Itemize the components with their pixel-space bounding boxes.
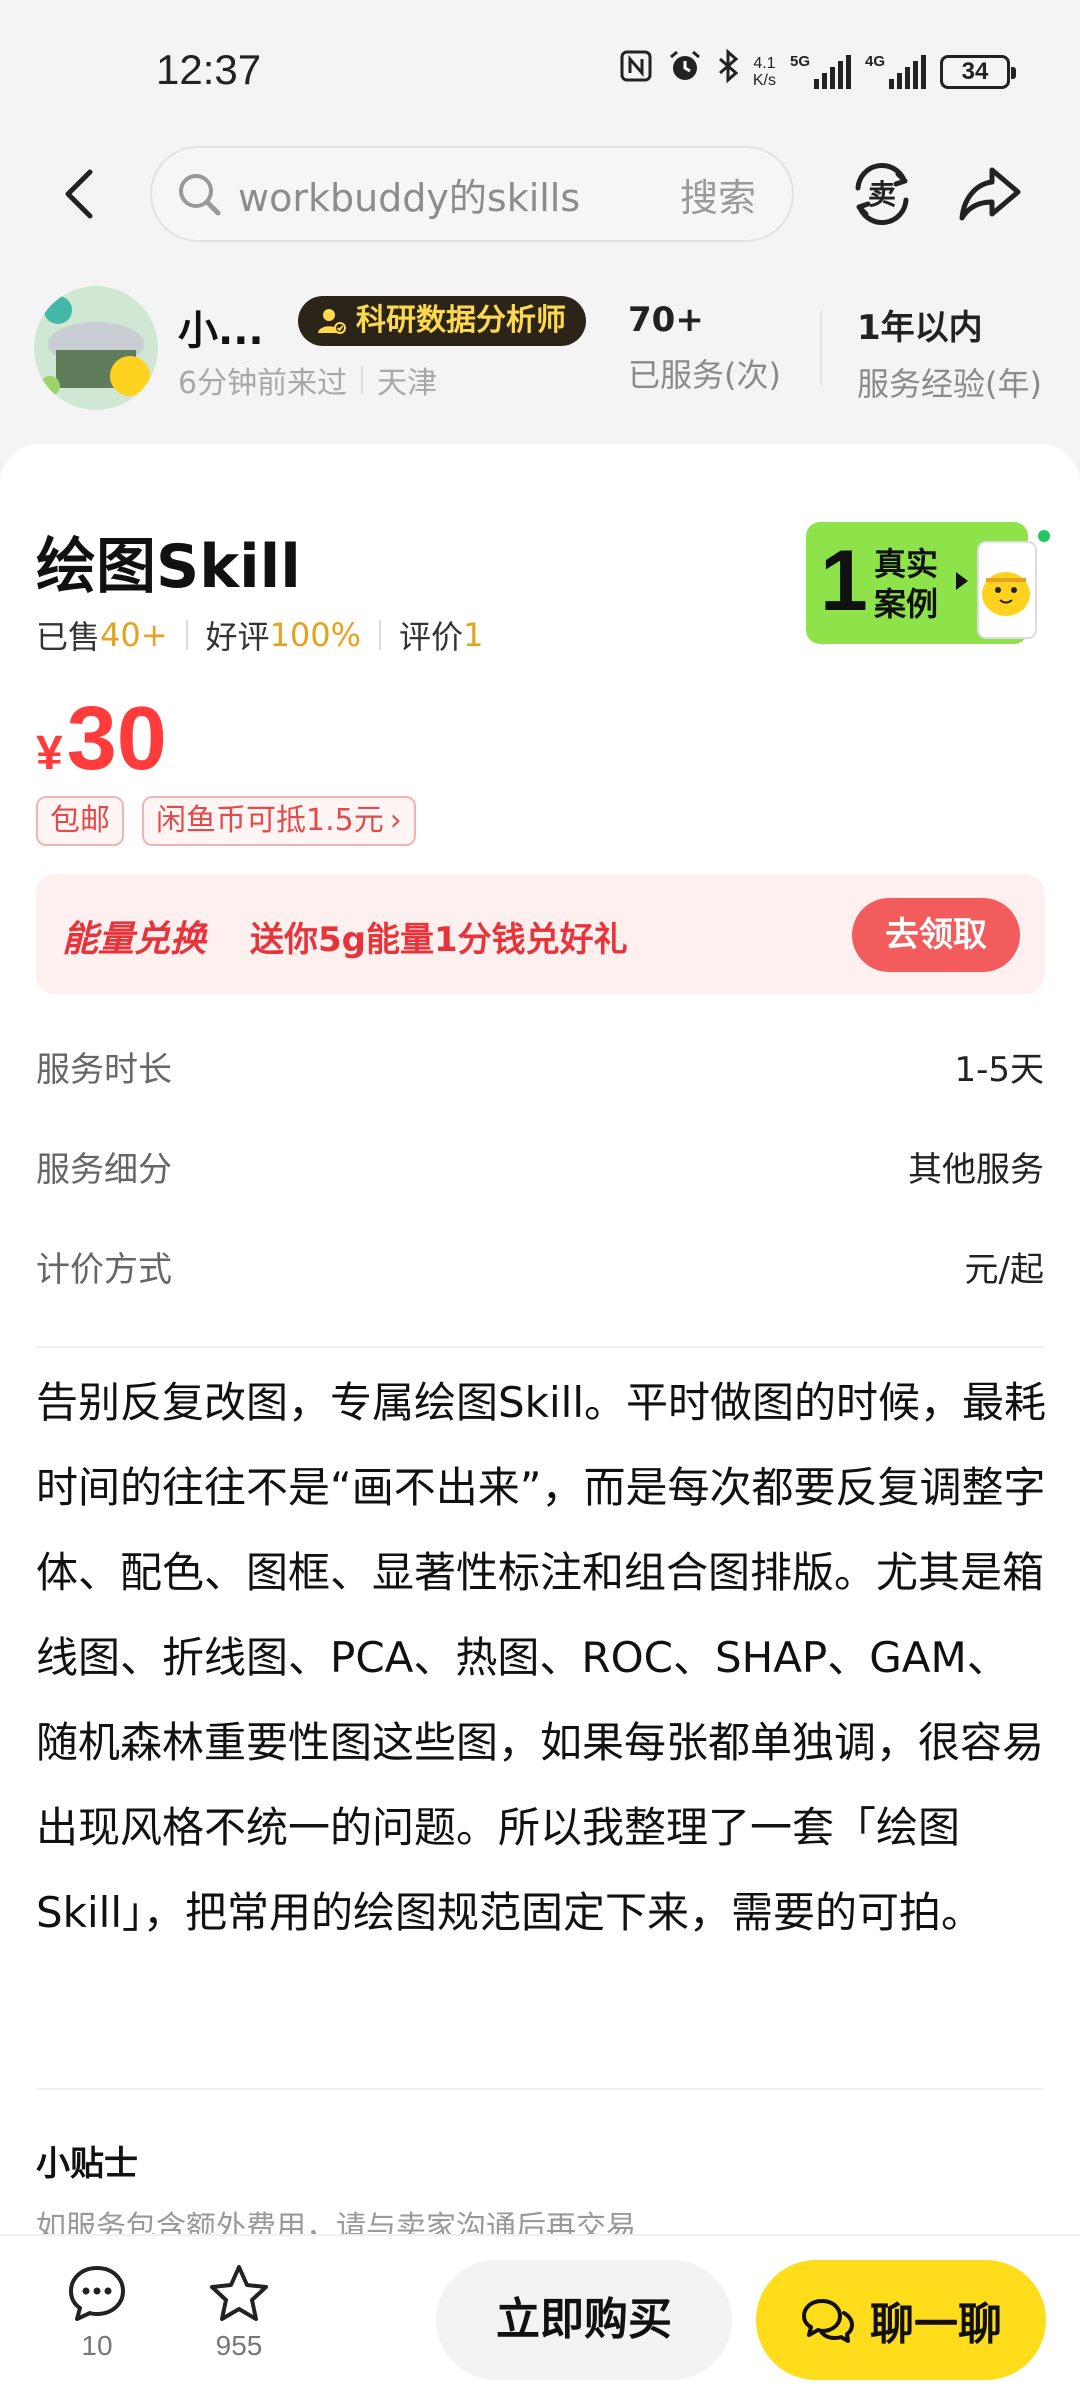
price: ¥ 30 [36, 688, 167, 791]
price-currency: ¥ [36, 727, 63, 780]
seller-location: 天津 [377, 366, 438, 401]
sold-label: 已售 [36, 618, 101, 656]
divider [36, 2088, 1044, 2090]
sales-stats: 已售 40+ 好评 100% 评价 1 [36, 612, 483, 658]
stat-divider [820, 310, 822, 386]
seller-avatar[interactable] [34, 286, 158, 410]
comments-button[interactable]: 10 [42, 2262, 152, 2362]
top-nav: workbuddy的skills 搜索 卖 [0, 140, 1080, 250]
search-icon [174, 169, 224, 219]
product-card: 绘图Skill 1 真实 案例 已售 40+ 好评 100% 评价 1 ¥ 30 包邮… [0, 444, 1080, 2238]
spec-row-pricing: 计价方式 元/起 [36, 1249, 1044, 1290]
status-time: 12:37 [156, 46, 262, 93]
seller-name[interactable]: 小... [178, 298, 264, 356]
star-icon [210, 2265, 268, 2321]
case-notify-dot [1036, 528, 1052, 544]
last-seen: 6分钟前来过 [178, 366, 348, 401]
real-case-button[interactable]: 1 真实 案例 [806, 522, 1052, 644]
buy-now-button[interactable]: 立即购买 [436, 2260, 732, 2380]
favorites-count: 955 [215, 2330, 263, 2361]
alarm-icon [667, 48, 703, 95]
mascot-icon [977, 541, 1037, 639]
product-title: 绘图Skill [36, 532, 301, 602]
served-value: 70+ [628, 300, 704, 340]
coin-discount-tag[interactable]: 闲鱼币可抵1.5元 › [142, 796, 416, 846]
sales-divider [379, 620, 382, 650]
bottom-bar: 10 955 立即购买 聊一聊 [0, 2234, 1080, 2400]
back-button[interactable] [50, 162, 106, 226]
sales-divider [185, 620, 188, 650]
signal-4g-icon: 4G [865, 53, 926, 89]
status-bar: 12:37 4.1 K/s 5G 4G 34 [0, 0, 1080, 140]
divider [36, 1346, 1044, 1348]
product-tags: 包邮 闲鱼币可抵1.5元 › [36, 796, 416, 846]
product-description: 告别反复改图，专属绘图Skill。平时做图的时候，最耗时间的往往不是“画不出来”… [36, 1378, 1046, 1937]
energy-banner[interactable]: 能量兑换 送你5g能量1分钱兑好礼 去领取 [36, 874, 1044, 994]
price-value: 30 [66, 689, 167, 789]
search-input[interactable]: workbuddy的skills [238, 167, 680, 222]
chat-button[interactable]: 聊一聊 [756, 2260, 1046, 2380]
sold-value: 40+ [100, 616, 168, 654]
spec-row-category: 服务细分 其他服务 [36, 1149, 1044, 1190]
free-shipping-tag: 包邮 [36, 796, 124, 846]
claim-button[interactable]: 去领取 [852, 898, 1020, 972]
seller-info[interactable]: 小... 科研数据分析师 6分钟前来过 天津 70+ 已服务(次) 1年以内 服… [0, 270, 1080, 420]
rating-label: 好评 [205, 618, 270, 656]
rating-value: 100% [269, 616, 362, 654]
nfc-icon [619, 49, 653, 94]
energy-title: 能量兑换 [62, 919, 207, 960]
search-button[interactable]: 搜索 [680, 167, 756, 222]
chevron-right-icon: › [389, 803, 402, 838]
tips-title: 小贴士 [36, 2144, 138, 2184]
sell-button[interactable]: 卖 [846, 158, 918, 230]
chat-icon [802, 2299, 854, 2343]
spec-row-duration: 服务时长 1-5天 [36, 1049, 1044, 1090]
search-bar[interactable]: workbuddy的skills 搜索 [150, 146, 794, 242]
sell-icon: 卖 [855, 162, 909, 226]
seller-meta: 6分钟前来过 天津 [178, 358, 437, 402]
chat-label: 聊一聊 [870, 2299, 1002, 2350]
case-label: 真实 案例 [874, 545, 939, 623]
case-count: 1 [820, 533, 868, 629]
battery-icon: 34 [940, 54, 1016, 89]
signal-5g-icon: 5G [790, 53, 851, 89]
experience-value: 1年以内 [857, 308, 983, 348]
svg-text:卖: 卖 [868, 178, 896, 211]
energy-desc: 送你5g能量1分钱兑好礼 [250, 920, 628, 960]
back-arrow-icon [65, 169, 93, 219]
tips-text: 如服务包含额外费用，请与卖家沟通后再交易 [36, 2210, 636, 2238]
experience-stat: 1年以内 服务经验(年) [857, 300, 1042, 405]
seller-badge: 科研数据分析师 [298, 296, 586, 346]
favorite-button[interactable]: 955 [184, 2262, 294, 2362]
experience-label: 服务经验(年) [857, 365, 1042, 403]
served-label: 已服务(次) [628, 356, 781, 394]
comment-icon [69, 2266, 125, 2321]
share-button[interactable] [954, 158, 1026, 230]
share-icon [959, 167, 1021, 221]
bluetooth-icon [717, 48, 739, 94]
play-icon [956, 572, 968, 590]
meta-divider [361, 366, 364, 394]
reviews-label: 评价 [399, 618, 464, 656]
comments-count: 10 [81, 2330, 113, 2361]
status-icons: 4.1 K/s 5G 4G 34 [619, 48, 1016, 95]
certified-user-icon [318, 309, 346, 334]
reviews-value: 1 [463, 616, 484, 654]
served-stat: 70+ 已服务(次) [628, 300, 781, 396]
net-speed: 4.1 K/s [752, 54, 776, 89]
